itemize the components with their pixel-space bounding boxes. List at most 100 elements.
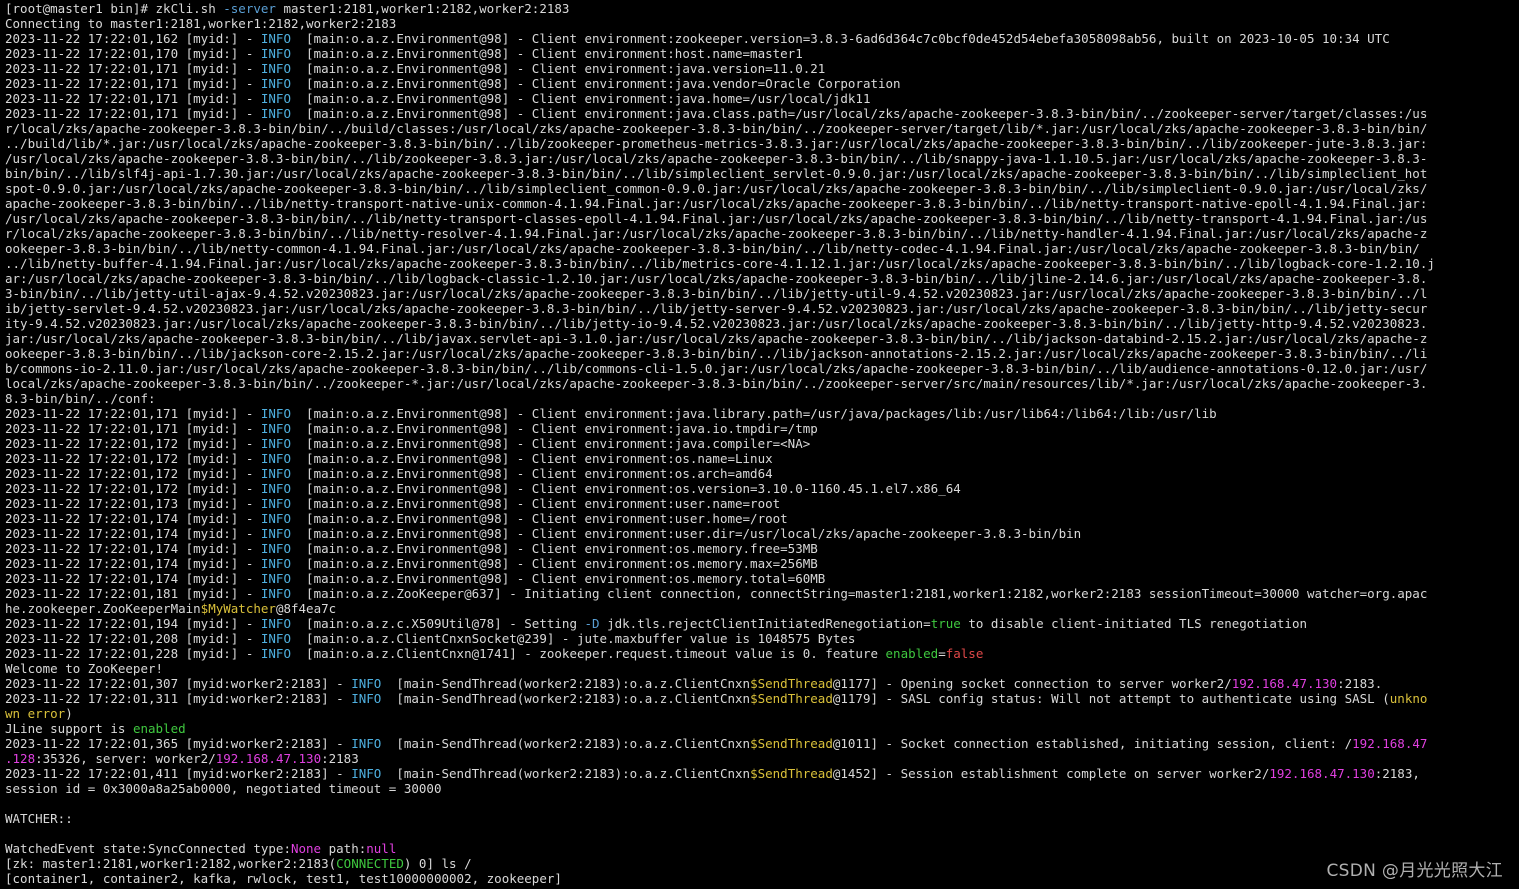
terminal-text-segment: $SendThread [750, 691, 833, 706]
terminal-text-segment: @1179] - SASL config status: Will not at… [832, 691, 1390, 706]
terminal-text-segment: 192.168.47.130 [1231, 676, 1338, 691]
terminal-line: ookeeper-3.8.3-bin/bin/../lib/netty-comm… [5, 241, 1517, 256]
terminal-line: 2023-11-22 17:22:01,171 [myid:] - INFO [… [5, 421, 1517, 436]
terminal-text-segment: apache-zookeeper-3.8.3-bin/bin/../lib/ne… [5, 196, 1428, 211]
terminal-text-segment: ookeeper-3.8.3-bin/bin/../lib/netty-comm… [5, 241, 1420, 256]
terminal-text-segment: WATCHER:: [5, 811, 73, 826]
terminal-text-segment: local/zks/apache-zookeeper-3.8.3-bin/bin… [5, 376, 1428, 391]
terminal-text-segment: 192.168.47.130 [215, 751, 322, 766]
terminal-text-segment: :2183 [321, 751, 359, 766]
terminal-text-segment: 2023-11-22 17:22:01,172 [myid:] - [5, 481, 261, 496]
terminal-text-segment: 2023-11-22 17:22:01,172 [myid:] - [5, 466, 261, 481]
terminal-text-segment: master1:2181,worker1:2182,worker2:2183 [275, 1, 570, 16]
terminal-line: 2023-11-22 17:22:01,174 [myid:] - INFO [… [5, 571, 1517, 586]
terminal-text-segment: [main-SendThread(worker2:2183):o.a.z.Cli… [388, 676, 751, 691]
terminal-text-segment: INFO [260, 406, 299, 421]
terminal-text-segment: = [938, 646, 946, 661]
terminal-text-segment: enabled [132, 721, 186, 736]
terminal-text-segment: INFO [351, 736, 389, 751]
terminal-window[interactable]: [root@master1 bin]# zkCli.sh -server mas… [0, 0, 1519, 889]
terminal-text-segment: @1177] - Opening socket connection to se… [832, 676, 1232, 691]
terminal-text-segment: false [945, 646, 984, 661]
terminal-line: Connecting to master1:2181,worker1:2182,… [5, 16, 1517, 31]
terminal-line: ../build/lib/*.jar:/usr/local/zks/apache… [5, 136, 1517, 151]
terminal-text-segment: INFO [260, 496, 299, 511]
terminal-text-segment: INFO [260, 436, 299, 451]
terminal-text-segment: [main:o.a.z.Environment@98] - Client env… [298, 451, 773, 466]
terminal-line: JLine support is enabled [5, 721, 1517, 736]
terminal-line: session id = 0x3000a8a25ab0000, negotiat… [5, 781, 1517, 796]
terminal-text-segment: [main:o.a.z.ClientCnxn@1741] - zookeeper… [298, 646, 886, 661]
terminal-text-segment: [main:o.a.z.Environment@98] - Client env… [298, 571, 826, 586]
terminal-text-segment: INFO [351, 691, 389, 706]
terminal-text-segment: 2023-11-22 17:22:01,208 [myid:] - [5, 631, 261, 646]
terminal-line: spot-0.9.0.jar:/usr/local/zks/apache-zoo… [5, 181, 1517, 196]
terminal-text-segment: 2023-11-22 17:22:01,365 [myid:worker2:21… [5, 736, 352, 751]
terminal-line: 2023-11-22 17:22:01,174 [myid:] - INFO [… [5, 556, 1517, 571]
terminal-line: wn error) [5, 706, 1517, 721]
terminal-line: WatchedEvent state:SyncConnected type:No… [5, 841, 1517, 856]
terminal-text-segment: [main:o.a.z.Environment@98] - Client env… [298, 511, 788, 526]
terminal-line: r/local/zks/apache-zookeeper-3.8.3-bin/b… [5, 121, 1517, 136]
terminal-text-segment: [main:o.a.z.ZooKeeper@637] - Initiating … [298, 586, 1428, 601]
terminal-line: Welcome to ZooKeeper! [5, 661, 1517, 676]
terminal-text-segment: :35326, server: worker2/ [35, 751, 216, 766]
terminal-line: ity-9.4.52.v20230823.jar:/usr/local/zks/… [5, 316, 1517, 331]
terminal-text-segment: INFO [260, 631, 299, 646]
terminal-line: 2023-11-22 17:22:01,411 [myid:worker2:21… [5, 766, 1517, 781]
terminal-text-segment: 2023-11-22 17:22:01,174 [myid:] - [5, 541, 261, 556]
terminal-text-segment: ib/jetty-servlet-9.4.52.v20230823.jar:/u… [5, 301, 1428, 316]
terminal-line: 2023-11-22 17:22:01,173 [myid:] - INFO [… [5, 496, 1517, 511]
terminal-line: 2023-11-22 17:22:01,228 [myid:] - INFO [… [5, 646, 1517, 661]
terminal-line: 2023-11-22 17:22:01,174 [myid:] - INFO [… [5, 541, 1517, 556]
terminal-line: [root@master1 bin]# zkCli.sh -server mas… [5, 1, 1517, 16]
terminal-text-segment: 2023-11-22 17:22:01,172 [myid:] - [5, 451, 261, 466]
terminal-text-segment: Welcome to ZooKeeper! [5, 661, 164, 676]
terminal-text-segment: INFO [351, 676, 389, 691]
terminal-text-segment: r/local/zks/apache-zookeeper-3.8.3-bin/b… [5, 226, 1428, 241]
terminal-text-segment: INFO [351, 766, 389, 781]
terminal-text-segment: ookeeper-3.8.3-bin/bin/../lib/jackson-co… [5, 346, 1428, 361]
terminal-line: b/commons-io-2.11.0.jar:/usr/local/zks/a… [5, 361, 1517, 376]
terminal-line: ar:/usr/local/zks/apache-zookeeper-3.8.3… [5, 271, 1517, 286]
terminal-text-segment: r/local/zks/apache-zookeeper-3.8.3-bin/b… [5, 121, 1428, 136]
terminal-text-segment: INFO [260, 526, 299, 541]
terminal-text-segment: [root@master1 bin]# zkCli.sh [5, 1, 224, 16]
terminal-text-segment: [main:o.a.z.Environment@98] - Client env… [298, 76, 901, 91]
terminal-text-segment: 2023-11-22 17:22:01,172 [myid:] - [5, 436, 261, 451]
terminal-line: 2023-11-22 17:22:01,194 [myid:] - INFO [… [5, 616, 1517, 631]
terminal-text-segment: INFO [260, 61, 299, 76]
terminal-text-segment: CONNECTED [336, 856, 404, 871]
terminal-text-segment: [main:o.a.z.Environment@98] - Client env… [298, 556, 818, 571]
terminal-line: ../lib/netty-buffer-4.1.94.Final.jar:/us… [5, 256, 1517, 271]
terminal-output: [root@master1 bin]# zkCli.sh -server mas… [5, 1, 1517, 886]
terminal-line: 3-bin/bin/../lib/jetty-util-ajax-9.4.52.… [5, 286, 1517, 301]
terminal-text-segment: [main-SendThread(worker2:2183):o.a.z.Cli… [388, 691, 751, 706]
terminal-text-segment: INFO [260, 556, 299, 571]
terminal-text-segment: [main:o.a.z.Environment@98] - Client env… [298, 46, 803, 61]
terminal-text-segment: [main:o.a.z.Environment@98] - Client env… [298, 106, 1428, 121]
terminal-text-segment: INFO [260, 466, 299, 481]
terminal-line: 2023-11-22 17:22:01,172 [myid:] - INFO [… [5, 481, 1517, 496]
terminal-line: 2023-11-22 17:22:01,171 [myid:] - INFO [… [5, 106, 1517, 121]
terminal-text-segment: @1011] - Socket connection established, … [832, 736, 1353, 751]
terminal-line: 2023-11-22 17:22:01,311 [myid:worker2:21… [5, 691, 1517, 706]
terminal-text-segment: :2183. [1337, 676, 1383, 691]
terminal-text-segment: 2023-11-22 17:22:01,181 [myid:] - [5, 586, 261, 601]
terminal-line: [container1, container2, kafka, rwlock, … [5, 871, 1517, 886]
terminal-text-segment: null [366, 841, 397, 856]
terminal-line: 2023-11-22 17:22:01,365 [myid:worker2:21… [5, 736, 1517, 751]
terminal-text-segment: INFO [260, 646, 299, 661]
terminal-text-segment: $SendThread [750, 736, 833, 751]
terminal-text-segment: 2023-11-22 17:22:01,174 [myid:] - [5, 511, 261, 526]
terminal-text-segment: -server [223, 1, 276, 16]
terminal-text-segment: jar:/usr/local/zks/apache-zookeeper-3.8.… [5, 331, 1428, 346]
terminal-text-segment: INFO [260, 31, 299, 46]
terminal-text-segment: 2023-11-22 17:22:01,194 [myid:] - [5, 616, 261, 631]
terminal-line: ​ [5, 796, 1517, 811]
terminal-text-segment: /usr/local/zks/apache-zookeeper-3.8.3-bi… [5, 211, 1428, 226]
terminal-text-segment: -D [584, 616, 600, 631]
terminal-text-segment: wn error [5, 706, 66, 721]
terminal-text-segment: $SendThread [750, 676, 833, 691]
terminal-line: ookeeper-3.8.3-bin/bin/../lib/jackson-co… [5, 346, 1517, 361]
